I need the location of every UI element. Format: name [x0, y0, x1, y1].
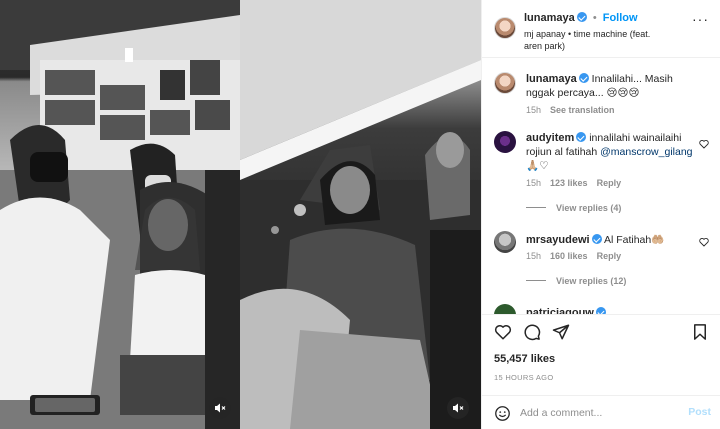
post-sidebar: lunamaya • Follow mj apanay • time machi… [481, 0, 720, 429]
comment-item: mrsayudewi Al Fatihah🤲🏼 15h 160 likes Repl… [494, 231, 709, 267]
vehicle-scene-image [240, 0, 481, 429]
comment-item: audyitem innalilahi wainailaihi rojiun a… [494, 131, 709, 191]
makeup-scene-image [0, 0, 240, 429]
verified-badge-icon [595, 307, 606, 314]
speaker-muted-icon [215, 403, 226, 413]
comment-time: 15h [526, 178, 542, 188]
instagram-post-window: lunamaya • Follow mj apanay • time machi… [0, 0, 720, 429]
header-title-row: lunamaya • Follow [524, 12, 638, 24]
caption-avatar[interactable] [494, 72, 516, 94]
comment-username[interactable]: audyitem [526, 132, 574, 144]
verified-badge-icon [578, 73, 589, 83]
like-comment-heart-icon[interactable] [699, 139, 709, 149]
view-replies-button[interactable]: View replies (12) [526, 276, 626, 286]
mute-toggle-right[interactable] [447, 397, 469, 419]
see-translation-button[interactable]: See translation [550, 105, 615, 115]
caption-time: 15h [526, 105, 542, 115]
comment-text: patriciagouw [526, 306, 696, 314]
reply-button[interactable]: Reply [597, 178, 622, 188]
audio-track[interactable]: mj apanay • time machine (feat. aren par… [524, 28, 654, 52]
mute-toggle-left[interactable] [209, 397, 231, 419]
caption-username[interactable]: lunamaya [526, 73, 577, 85]
add-comment-bar: Post [482, 395, 720, 429]
video-panel-left[interactable] [0, 0, 240, 429]
comment-likes[interactable]: 160 likes [550, 251, 588, 261]
verified-badge-icon [591, 234, 602, 244]
author-username[interactable]: lunamaya [524, 12, 575, 24]
post-timestamp[interactable]: 15 HOURS AGO [494, 373, 553, 382]
comment-item: patriciagouw [494, 304, 709, 314]
like-heart-icon[interactable] [494, 323, 512, 341]
comment-username[interactable]: mrsayudewi [526, 234, 590, 246]
caption-meta: 15h See translation [526, 105, 615, 115]
post-comment-button[interactable]: Post [688, 406, 711, 418]
commenter-avatar[interactable] [494, 131, 516, 153]
commenter-avatar[interactable] [494, 304, 516, 314]
share-paper-plane-icon[interactable] [552, 323, 570, 341]
comment-mention[interactable]: @manscrow_gilang [600, 146, 692, 158]
verified-badge-icon [576, 132, 587, 142]
follow-button[interactable]: Follow [603, 12, 638, 24]
commenter-avatar[interactable] [494, 231, 516, 253]
caption: lunamaya Innalilahi... Masih nggak perca… [494, 72, 709, 118]
post-actions: 55,457 likes 15 HOURS AGO Post [482, 314, 720, 429]
comment-body: Al Fatihah🤲🏼 [603, 234, 665, 246]
save-bookmark-icon[interactable] [691, 323, 709, 341]
reply-button[interactable]: Reply [597, 251, 622, 261]
video-panel-right[interactable] [240, 0, 481, 429]
comment-likes[interactable]: 123 likes [550, 178, 588, 188]
comment-meta: 15h 123 likes Reply [526, 178, 621, 188]
header-separator: • [592, 12, 597, 24]
caption-text: lunamaya Innalilahi... Masih nggak perca… [526, 72, 696, 100]
comment-username[interactable]: patriciagouw [526, 307, 594, 314]
comment-meta: 15h 160 likes Reply [526, 251, 621, 261]
more-options-icon[interactable]: ··· [692, 12, 709, 26]
speaker-muted-icon [453, 403, 464, 413]
comment-bubble-icon[interactable] [523, 323, 541, 341]
likes-count[interactable]: 55,457 likes [494, 353, 555, 365]
comment-text: mrsayudewi Al Fatihah🤲🏼 [526, 233, 696, 247]
post-header: lunamaya • Follow mj apanay • time machi… [482, 0, 720, 58]
like-comment-heart-icon[interactable] [699, 237, 709, 247]
view-replies-button[interactable]: View replies (4) [526, 203, 621, 213]
author-avatar[interactable] [494, 17, 516, 39]
post-media[interactable] [0, 0, 481, 429]
comment-text: audyitem innalilahi wainailaihi rojiun a… [526, 131, 696, 173]
add-comment-input[interactable] [520, 405, 670, 421]
verified-badge-icon [576, 12, 587, 22]
comment-emoji: 🙏🏼♡ [526, 160, 549, 172]
comment-time: 15h [526, 251, 542, 261]
emoji-smiley-icon[interactable] [494, 405, 511, 422]
